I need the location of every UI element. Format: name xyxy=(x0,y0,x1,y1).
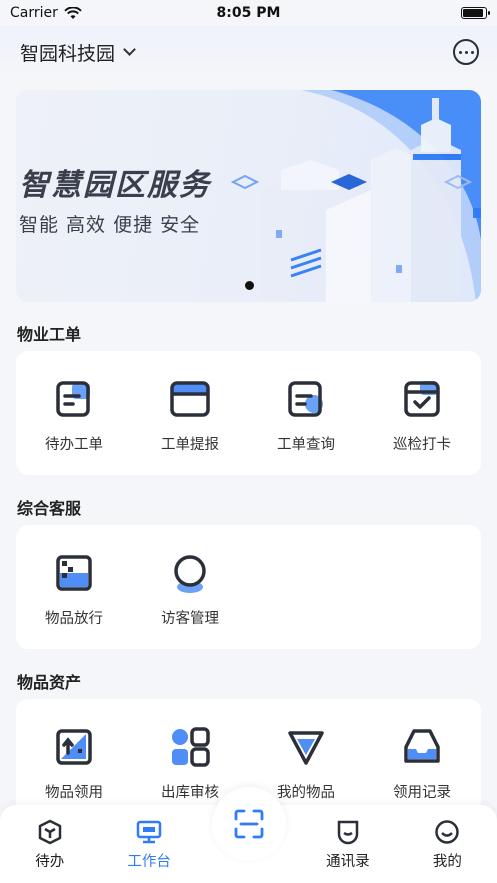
carousel-indicator xyxy=(245,281,254,290)
submit-ticket-label: 工单提报 xyxy=(161,437,219,453)
visitor-management-tile[interactable]: 访客管理 xyxy=(132,551,248,649)
carrier-label: Carrier xyxy=(10,5,58,21)
contacts-tab-icon xyxy=(337,820,359,845)
battery-icon xyxy=(461,7,490,19)
tab-workbench-label: 工作台 xyxy=(127,854,171,870)
query-ticket-icon xyxy=(288,381,323,417)
chevron-down-icon xyxy=(123,43,136,56)
scan-button[interactable] xyxy=(212,787,286,861)
outbound-review-icon xyxy=(172,727,210,767)
banner-subtitle: 智能 高效 便捷 安全 xyxy=(19,214,201,236)
scan-icon xyxy=(234,809,264,839)
message-icon[interactable] xyxy=(453,39,479,65)
submit-ticket-icon xyxy=(170,381,210,417)
banner-title: 智慧园区服务 xyxy=(19,168,211,203)
tab-contacts[interactable]: 通讯录 xyxy=(298,805,397,883)
section-title-assets: 物品资产 xyxy=(17,673,82,692)
section-title-property-tickets: 物业工单 xyxy=(17,325,82,344)
query-ticket-tile[interactable]: 工单查询 xyxy=(248,377,364,475)
item-release-tile[interactable]: 物品放行 xyxy=(16,551,132,649)
todo-ticket-label: 待办工单 xyxy=(45,437,103,453)
visitor-management-label: 访客管理 xyxy=(161,611,219,627)
requisition-record-icon xyxy=(404,729,440,763)
profile-tab-icon xyxy=(435,820,460,844)
top-bar: 智园科技园 xyxy=(0,26,497,78)
customer-service-card: 物品放行 访客管理 xyxy=(16,525,481,649)
query-ticket-label: 工单查询 xyxy=(277,437,335,453)
outbound-review-label: 出库审核 xyxy=(161,785,219,801)
banner-carousel[interactable]: 智慧园区服务 智能 高效 便捷 安全 xyxy=(16,90,481,302)
inspection-checkin-tile[interactable]: 巡检打卡 xyxy=(364,377,480,475)
workbench-tab-icon xyxy=(136,820,162,844)
requisition-record-label: 领用记录 xyxy=(393,785,451,801)
section-title-customer-service: 综合客服 xyxy=(17,499,82,518)
wifi-icon xyxy=(64,6,82,19)
item-release-icon xyxy=(56,555,92,591)
my-items-label: 我的物品 xyxy=(277,785,335,801)
item-release-label: 物品放行 xyxy=(45,611,103,627)
visitor-management-icon xyxy=(174,555,206,593)
tab-workbench[interactable]: 工作台 xyxy=(99,805,198,883)
tab-todo[interactable]: 待办 xyxy=(0,805,99,883)
todo-tab-icon xyxy=(38,819,61,845)
tab-contacts-label: 通讯录 xyxy=(326,854,370,870)
item-requisition-label: 物品领用 xyxy=(45,785,103,801)
my-items-icon xyxy=(288,731,324,765)
property-tickets-card: 待办工单 工单提报 工单查询 巡检打卡 xyxy=(16,351,481,475)
inspection-checkin-label: 巡检打卡 xyxy=(393,437,451,453)
submit-ticket-tile[interactable]: 工单提报 xyxy=(132,377,248,475)
todo-ticket-tile[interactable]: 待办工单 xyxy=(16,377,132,475)
park-selector[interactable]: 智园科技园 xyxy=(20,39,136,66)
tab-todo-label: 待办 xyxy=(35,854,65,870)
inspection-checkin-icon xyxy=(404,381,440,417)
tab-profile-label: 我的 xyxy=(432,854,462,870)
status-bar: Carrier 8:05 PM xyxy=(0,0,497,26)
park-name: 智园科技园 xyxy=(20,42,116,65)
city-illustration xyxy=(230,90,481,302)
todo-ticket-icon xyxy=(56,381,90,417)
item-requisition-icon xyxy=(56,729,92,765)
tab-profile[interactable]: 我的 xyxy=(398,805,497,883)
